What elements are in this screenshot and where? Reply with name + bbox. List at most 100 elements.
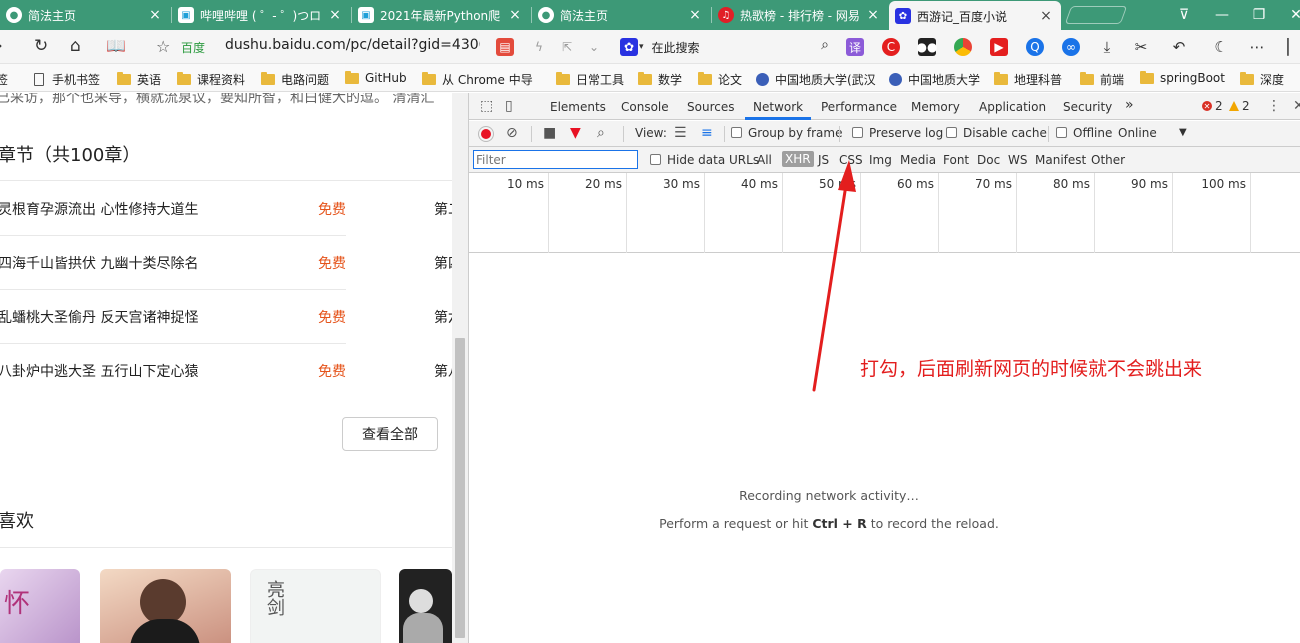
bookmark-folder[interactable]: 日常工具 <box>556 71 624 88</box>
home-icon[interactable]: ⌂ <box>70 36 81 56</box>
url-field[interactable]: dushu.baidu.com/pc/detail?gid=4306 <box>225 37 480 53</box>
reading-mode-icon[interactable]: 📖 <box>106 36 126 55</box>
browser-tab-2[interactable]: ▣ 哔哩哔哩 ( ゜- ゜)つロ × <box>172 0 350 30</box>
tab-security[interactable]: Security <box>1063 100 1112 114</box>
bookmark-folder[interactable]: springBoot <box>1140 70 1225 85</box>
tab-memory[interactable]: Memory <box>911 100 960 114</box>
chapter-row[interactable]: 乱蟠桃大圣偷丹 反天宫诸神捉怪 免费 第六 <box>0 307 452 327</box>
bookmark-folder[interactable]: 论文 <box>698 71 742 88</box>
tab-close-icon[interactable]: × <box>506 7 524 23</box>
browser-tab-active[interactable]: ✿ 西游记_百度小说 × <box>889 1 1061 31</box>
chapter-row[interactable]: 灵根育孕源流出 心性修持大道生 免费 第二 <box>0 199 452 219</box>
browser-tab-4[interactable]: ● 简法主页 × <box>532 0 710 30</box>
chapter-title[interactable]: 四海千山皆拱伏 九幽十类尽除名 <box>0 253 198 273</box>
chapter-row[interactable]: 四海千山皆拱伏 九幽十类尽除名 免费 第四 <box>0 253 452 273</box>
undo-icon[interactable]: ↶ <box>1170 38 1188 56</box>
bookmark-folder[interactable]: 数学 <box>638 71 682 88</box>
clear-icon[interactable]: ⊘ <box>506 125 518 141</box>
bookmark-folder[interactable]: 课程资料 <box>177 71 245 88</box>
more-tabs-icon[interactable]: » <box>1125 97 1134 113</box>
book-cover[interactable]: 亮剑 <box>250 569 381 643</box>
restore-icon[interactable]: ❐ <box>1241 0 1277 30</box>
bookmark-folder[interactable]: 深度 <box>1240 71 1300 88</box>
chapter-title[interactable]: 八卦炉中逃大圣 五行山下定心猿 <box>0 361 198 381</box>
share-icon[interactable]: ⇱ <box>558 38 576 56</box>
bookmark-folder[interactable]: 前端 <box>1080 71 1124 88</box>
bookmark-item[interactable]: 手机书签 <box>34 71 100 88</box>
filter-type-js[interactable]: JS <box>818 153 829 167</box>
filter-type-other[interactable]: Other <box>1091 153 1125 167</box>
chapter-title-next[interactable]: 第四 <box>434 253 452 273</box>
extension-red-icon[interactable]: C <box>882 38 900 56</box>
extension-q-icon[interactable]: Q <box>1026 38 1044 56</box>
chapter-row[interactable]: 八卦炉中逃大圣 五行山下定心猿 免费 第八 <box>0 361 452 381</box>
chapter-title[interactable]: 乱蟠桃大圣偷丹 反天宫诸神捉怪 <box>0 307 198 327</box>
reload-icon[interactable]: ↻ <box>34 36 48 56</box>
chrome-icon[interactable] <box>954 38 972 56</box>
forward-icon[interactable]: › <box>0 36 3 56</box>
tab-close-icon[interactable]: × <box>864 7 882 23</box>
filter-type-manifest[interactable]: Manifest <box>1035 153 1086 167</box>
extension-infinity-icon[interactable]: ∞ <box>1062 38 1080 56</box>
filter-type-xhr[interactable]: XHR <box>782 151 814 167</box>
lightning-icon[interactable]: ϟ <box>530 38 548 56</box>
record-button[interactable] <box>479 127 493 141</box>
sidebar-toggle-icon[interactable]: ▏ <box>1284 38 1300 56</box>
chapter-title-next[interactable]: 第八 <box>434 361 452 381</box>
error-count[interactable]: ✕ 2 <box>1202 99 1223 113</box>
chapter-title-next[interactable]: 第二 <box>434 199 452 219</box>
screenshot-camera-icon[interactable]: ■ <box>543 125 556 141</box>
minimize-icon[interactable]: — <box>1204 0 1240 30</box>
tab-close-icon[interactable]: × <box>326 7 344 23</box>
scrollbar-thumb[interactable] <box>455 338 465 638</box>
large-rows-icon[interactable]: ☰ <box>674 125 687 141</box>
tab-network[interactable]: Network <box>753 100 803 114</box>
scissors-icon[interactable]: ✂ <box>1132 38 1150 56</box>
chapter-title-next[interactable]: 第六 <box>434 307 452 327</box>
filter-type-doc[interactable]: Doc <box>977 153 1000 167</box>
view-all-button[interactable]: 查看全部 <box>342 417 438 451</box>
filter-type-media[interactable]: Media <box>900 153 936 167</box>
tab-sources[interactable]: Sources <box>687 100 734 114</box>
extension-video-icon[interactable]: ▶ <box>990 38 1008 56</box>
tab-elements[interactable]: Elements <box>550 100 606 114</box>
tab-close-icon[interactable]: × <box>1037 8 1055 24</box>
preserve-log-checkbox[interactable] <box>852 127 863 138</box>
throttling-select[interactable]: Online <box>1118 126 1157 140</box>
tab-close-icon[interactable]: × <box>686 7 704 23</box>
tab-close-icon[interactable]: × <box>146 7 164 23</box>
filter-input[interactable] <box>473 150 638 169</box>
offline-checkbox[interactable] <box>1056 127 1067 138</box>
book-cover[interactable] <box>100 569 231 643</box>
dictionary-icon[interactable]: ▤ <box>496 38 514 56</box>
inspect-element-icon[interactable]: ⬚ <box>480 98 493 114</box>
translate-icon[interactable]: 译 <box>846 38 864 56</box>
tab-console[interactable]: Console <box>621 100 669 114</box>
bookmark-folder[interactable]: 地理科普 <box>994 71 1062 88</box>
star-icon[interactable]: ☆ <box>156 37 170 56</box>
filter-type-css[interactable]: CSS <box>839 153 863 167</box>
close-window-icon[interactable]: ✕ <box>1278 0 1300 30</box>
chapter-title[interactable]: 灵根育孕源流出 心性修持大道生 <box>0 199 198 219</box>
chevron-down-icon[interactable]: ▼ <box>1179 127 1187 138</box>
tab-application[interactable]: Application <box>979 100 1046 114</box>
close-devtools-icon[interactable]: ✕ <box>1293 98 1300 114</box>
waterfall-icon[interactable]: ≡ <box>701 125 713 141</box>
browser-tab-5[interactable]: ♫ 热歌榜 - 排行榜 - 网易 × <box>712 0 888 30</box>
settings-menu-icon[interactable]: ⋮ <box>1267 98 1281 114</box>
filter-type-font[interactable]: Font <box>943 153 969 167</box>
filter-icon[interactable]: ▼ <box>570 125 581 141</box>
new-tab-button[interactable] <box>1064 6 1128 24</box>
network-overview-timeline[interactable]: 10 ms 20 ms 30 ms 40 ms 50 ms 60 ms 70 ms 80 ms… <box>469 173 1300 253</box>
group-by-frame-checkbox[interactable] <box>731 127 742 138</box>
menu-icon[interactable]: ⋯ <box>1248 38 1266 56</box>
tab-performance[interactable]: Performance <box>821 100 897 114</box>
bookmark-folder[interactable]: 英语 <box>117 71 161 88</box>
filter-type-img[interactable]: Img <box>869 153 892 167</box>
browser-tab-3[interactable]: ▣ 2021年最新Python爬 × <box>352 0 530 30</box>
book-cover[interactable] <box>399 569 452 643</box>
filter-type-all[interactable]: All <box>757 153 772 167</box>
book-cover[interactable]: 怀 <box>0 569 80 643</box>
extension-dark-icon[interactable]: ●● <box>917 38 937 56</box>
filter-type-ws[interactable]: WS <box>1008 153 1027 167</box>
